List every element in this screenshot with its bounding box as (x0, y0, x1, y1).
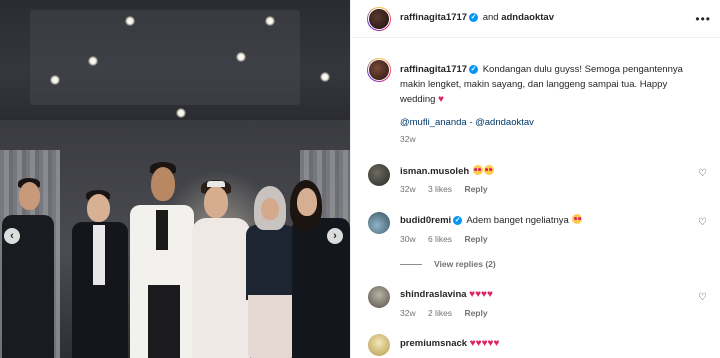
comment-username[interactable]: isman.musoleh (400, 166, 469, 177)
comment-likes[interactable]: 2 likes (428, 308, 452, 318)
caption-timestamp[interactable]: 32w (400, 134, 416, 144)
reply-button[interactable]: Reply (464, 184, 487, 194)
comment-username[interactable]: budid0remi (400, 215, 451, 226)
caption-author-avatar[interactable] (367, 58, 391, 82)
red-hearts-emoji: ♥♥♥♥ (469, 289, 493, 300)
comment-meta: 30w 6 likes Reply (400, 234, 498, 244)
comment: isman.musoleh (400, 165, 494, 177)
and-label: and (482, 12, 499, 23)
reply-button[interactable]: Reply (464, 234, 487, 244)
like-heart-icon[interactable]: ♡ (698, 292, 707, 303)
commenter-avatar[interactable] (368, 334, 390, 356)
author-avatar[interactable] (367, 7, 391, 31)
comment-username[interactable]: premiumsnack (400, 338, 467, 349)
verified-icon: ✓ (453, 215, 463, 225)
post-header: raffinagita1717 ✓ and adndaoktav ••• (351, 0, 720, 38)
ceiling-light (50, 75, 60, 85)
heart-eyes-emoji-icon (472, 165, 483, 175)
view-replies-label: View replies (2) (434, 259, 496, 269)
comment-username[interactable]: shindraslavina (400, 289, 467, 300)
comment-timestamp[interactable]: 32w (400, 184, 416, 194)
verified-icon: ✓ (469, 64, 479, 74)
caption-mentions[interactable]: @mufli_ananda - @adndaoktav (400, 117, 534, 128)
post-sidebar: raffinagita1717 ✓ and adndaoktav ••• raff… (350, 0, 720, 358)
commenter-avatar[interactable] (368, 286, 390, 308)
comment-timestamp[interactable]: 32w (400, 308, 416, 318)
heart-eyes-emoji-icon (483, 165, 494, 175)
ceiling-light (88, 56, 98, 66)
red-hearts-emoji: ♥♥♥♥♥ (469, 338, 500, 349)
view-replies-button[interactable]: View replies (2) (400, 259, 496, 269)
like-heart-icon[interactable]: ♡ (698, 168, 707, 179)
comment: premiumsnack ♥♥♥♥♥ (400, 338, 499, 349)
ceiling-light (320, 72, 330, 82)
more-horizontal-icon[interactable]: ••• (695, 12, 711, 26)
comment-likes[interactable]: 6 likes (428, 234, 452, 244)
heart-eyes-emoji-icon (572, 214, 583, 224)
previous-image-button[interactable]: ‹ (4, 228, 20, 244)
comment-text: Adem banget ngeliatnya (466, 215, 569, 226)
author-username[interactable]: raffinagita1717 (400, 12, 467, 23)
commenter-avatar[interactable] (368, 212, 390, 234)
post-authors: raffinagita1717 ✓ and adndaoktav (400, 12, 554, 23)
next-image-button[interactable]: › (327, 228, 343, 244)
comment: shindraslavina ♥♥♥♥ (400, 289, 493, 300)
comment-meta: 32w 3 likes Reply (400, 184, 498, 194)
divider-line (400, 264, 422, 266)
post-caption: raffinagita1717 ✓ Kondangan dulu guyss! S… (400, 62, 705, 107)
ceiling-light (265, 16, 275, 26)
verified-icon: ✓ (469, 12, 479, 22)
comment-likes[interactable]: 3 likes (428, 184, 452, 194)
like-heart-icon[interactable]: ♡ (698, 217, 707, 228)
caption-username[interactable]: raffinagita1717 (400, 64, 467, 75)
comment-meta: 32w 2 likes Reply (400, 308, 498, 318)
comment-timestamp[interactable]: 30w (400, 234, 416, 244)
ceiling-light (125, 16, 135, 26)
red-heart-icon: ♥ (438, 94, 444, 105)
ceiling-light (176, 108, 186, 118)
collaborator-username[interactable]: adndaoktav (501, 12, 554, 23)
reply-button[interactable]: Reply (464, 308, 487, 318)
comment: budid0remi ✓ Adem banget ngeliatnya (400, 214, 583, 226)
commenter-avatar[interactable] (368, 164, 390, 186)
ceiling-light (236, 52, 246, 62)
post-photo[interactable]: ‹ › (0, 0, 350, 358)
ceiling-panel (30, 10, 300, 105)
